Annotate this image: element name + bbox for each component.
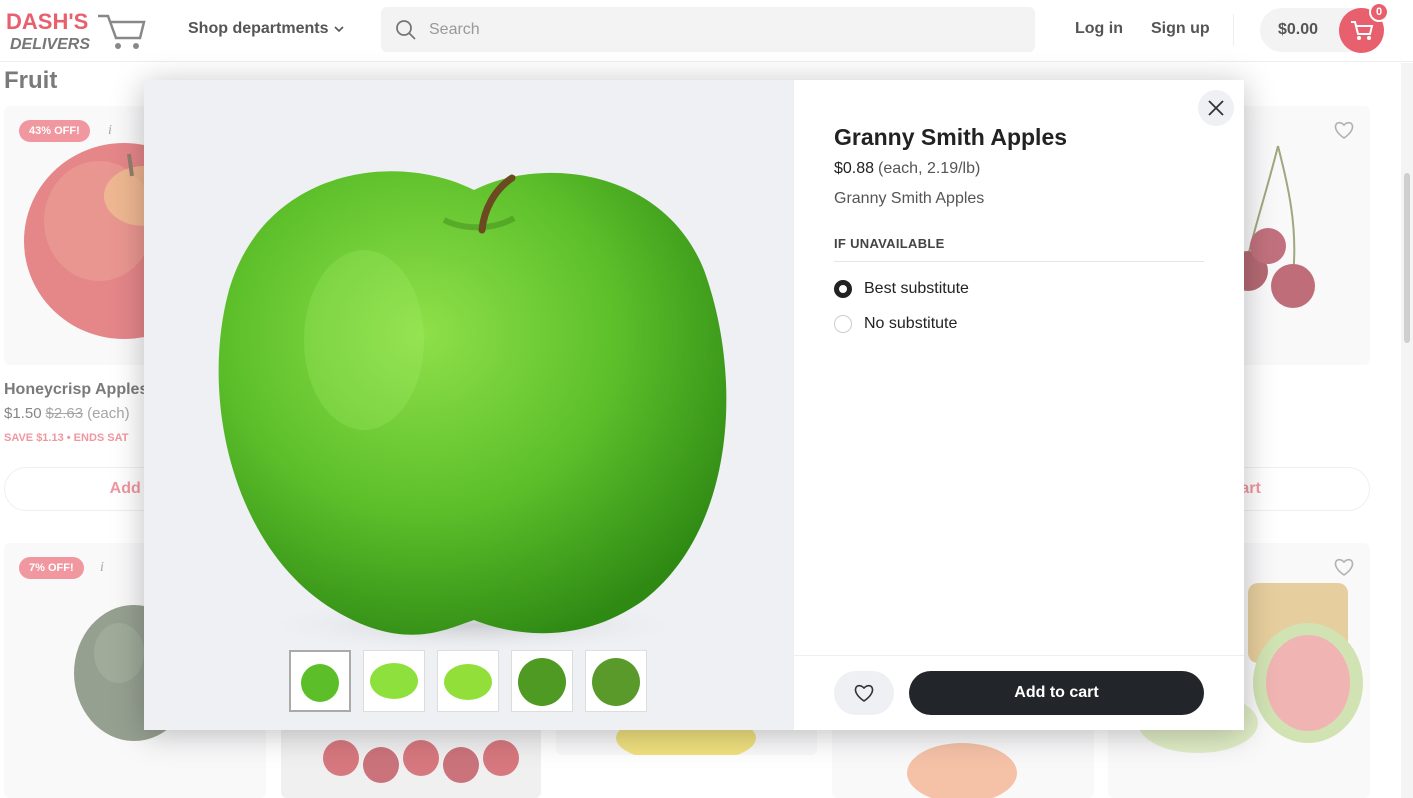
price-unit: (each, 2.19/lb) [878,160,981,177]
apple-thumbnail-icon [301,664,339,702]
thumbnail-2[interactable] [363,650,425,712]
login-link[interactable]: Log in [1075,20,1123,38]
apple-thumbnail-icon [370,663,418,699]
logo[interactable]: DASH'S DELIVERS [6,8,146,54]
section-divider [834,261,1204,262]
add-to-cart-button[interactable]: Add to cart [909,671,1204,715]
product-description: Granny Smith Apples [834,190,985,207]
apple-thumbnail-icon [592,658,640,706]
close-button[interactable] [1198,90,1234,126]
chevron-down-icon [334,26,345,33]
logo-bottom-text: DELIVERS [10,36,90,53]
product-modal: Granny Smith Apples $0.88 (each, 2.19/lb)… [144,80,1244,730]
radio-button-checked[interactable] [834,280,852,298]
option-best-substitute[interactable]: Best substitute [834,280,969,298]
apple-thumbnail-icon [444,664,492,700]
apple-thumbnail-icon [518,658,566,706]
search-icon [396,19,416,40]
option-label: No substitute [864,315,958,332]
thumbnail-3[interactable] [437,650,499,712]
shop-departments-label: Shop departments [188,20,329,37]
product-title: Granny Smith Apples [834,124,1068,150]
logo-top-text: DASH'S [6,9,88,34]
close-icon [1208,100,1224,116]
favorite-button[interactable] [834,671,894,715]
cart-icon [1350,20,1373,40]
image-thumbnails [289,650,647,712]
substitution-heading: IF UNAVAILABLE [834,236,945,251]
cart-count-badge: 0 [1369,2,1389,22]
thumbnail-1[interactable] [289,650,351,712]
granny-smith-apple-image [218,171,727,655]
heart-icon [854,684,874,702]
product-price: $0.88 (each, 2.19/lb) [834,160,980,178]
search-input[interactable] [429,20,989,39]
product-details-panel: Granny Smith Apples $0.88 (each, 2.19/lb)… [794,80,1244,730]
scrollbar-thumb[interactable] [1404,173,1410,343]
modal-footer: Add to cart [794,655,1244,730]
search-bar[interactable] [381,7,1035,52]
site-header: DASH'S DELIVERS Shop departments Log in … [0,0,1413,62]
option-no-substitute[interactable]: No substitute [834,315,957,333]
thumbnail-4[interactable] [511,650,573,712]
page-scrollbar[interactable] [1401,63,1413,798]
radio-button[interactable] [834,315,852,333]
signup-link[interactable]: Sign up [1151,20,1210,38]
cart-total: $0.00 [1278,21,1319,38]
shop-departments-menu[interactable]: Shop departments [188,20,345,38]
product-image-panel [144,80,794,730]
option-label: Best substitute [864,280,969,297]
price-value: $0.88 [834,160,875,177]
header-divider [1233,14,1234,46]
thumbnail-5[interactable] [585,650,647,712]
